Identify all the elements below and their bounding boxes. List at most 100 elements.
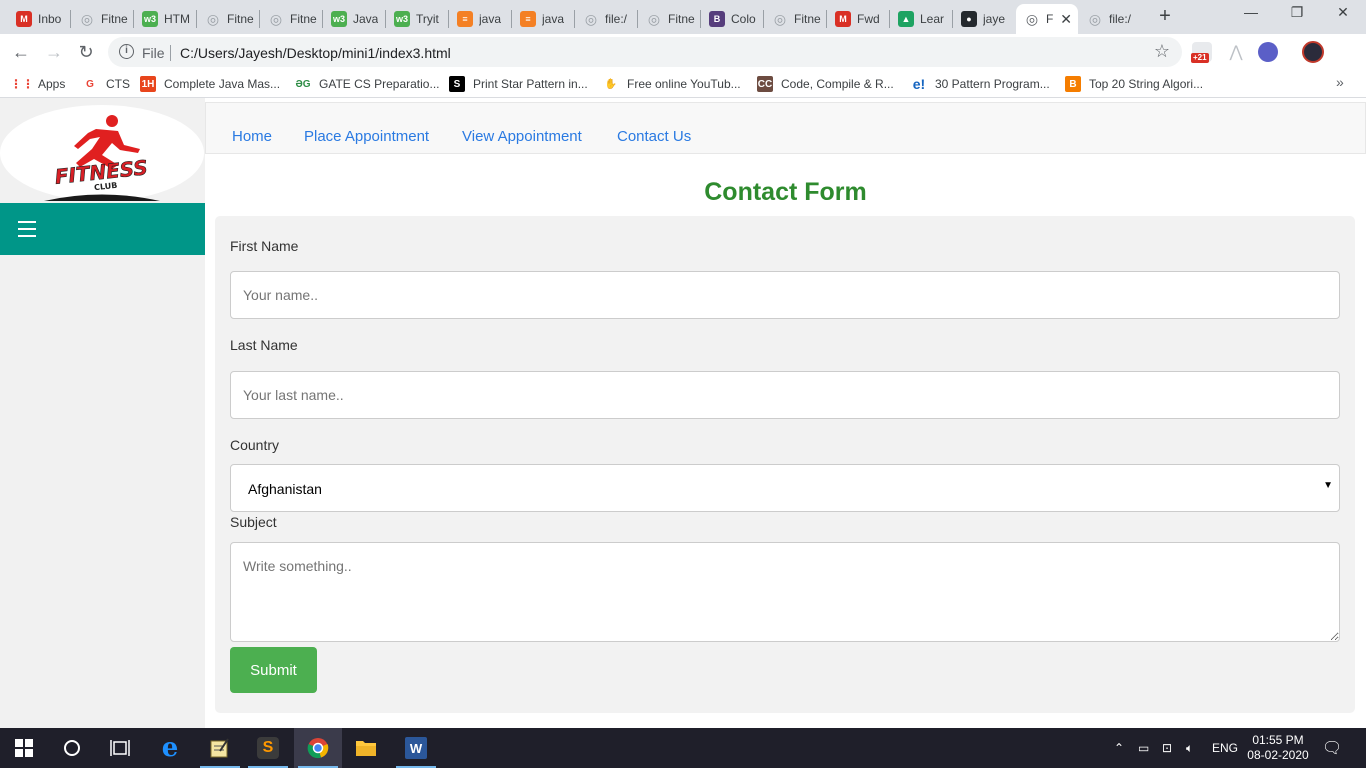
close-window-button[interactable]: ✕: [1320, 4, 1366, 28]
browser-tab[interactable]: ◎ Fitne: [197, 4, 260, 34]
nav-view-appointment-link[interactable]: View Appointment: [462, 128, 582, 145]
bookmark-star-icon[interactable]: ☆: [1154, 41, 1170, 62]
chrome-icon[interactable]: [294, 728, 342, 768]
restore-button[interactable]: ❐: [1274, 4, 1320, 28]
browser-tab[interactable]: ≡ java: [512, 4, 575, 34]
bookmark-label: GATE CS Preparatio...: [319, 77, 440, 91]
w3schools-icon: w3: [394, 11, 410, 27]
browser-tab[interactable]: ≡ java: [449, 4, 512, 34]
browser-tab[interactable]: ▲ Lear: [890, 4, 953, 34]
notepad-icon[interactable]: [196, 728, 244, 768]
bookmarks-overflow-icon[interactable]: »: [1336, 74, 1344, 90]
subject-label: Subject: [230, 514, 277, 530]
profile-avatar[interactable]: [1302, 41, 1324, 63]
nav-place-appointment-link[interactable]: Place Appointment: [304, 128, 429, 145]
browser-tab[interactable]: ◎ file:/: [1079, 4, 1142, 34]
system-clock[interactable]: 01:55 PM 08-02-2020: [1246, 733, 1310, 763]
bookmark-item[interactable]: ƏG GATE CS Preparatio...: [295, 75, 440, 93]
extension-check-icon[interactable]: [1258, 42, 1278, 62]
sublime-text-icon[interactable]: S: [244, 728, 292, 768]
first-name-label: First Name: [230, 238, 299, 254]
bookmark-item[interactable]: ⋮⋮ Apps: [10, 75, 66, 93]
address-bar[interactable]: i File C:/Users/Jayesh/Desktop/mini1/ind…: [108, 37, 1182, 67]
notifications-icon[interactable]: 🗨︎: [1322, 728, 1342, 768]
new-tab-button[interactable]: +: [1154, 6, 1176, 28]
browser-tab-label: F: [1046, 12, 1054, 26]
fitness-club-logo: FITNESS CLUB: [0, 105, 204, 201]
nav-contact-us-link[interactable]: Contact Us: [617, 128, 691, 145]
browser-tab[interactable]: M Fwd: [827, 4, 890, 34]
bookmark-label: Code, Compile & R...: [781, 77, 894, 91]
info-icon[interactable]: i: [119, 44, 134, 59]
show-hidden-icons-icon[interactable]: ⌃: [1114, 728, 1124, 768]
sidebar: FITNESS CLUB: [0, 98, 205, 728]
bookmark-item[interactable]: B Top 20 String Algori...: [1065, 75, 1203, 93]
web-page: FITNESS CLUB Home Place Appointment View…: [0, 98, 1366, 728]
volume-icon[interactable]: 🔈︎: [1186, 728, 1193, 768]
browser-tab[interactable]: w3 HTM: [134, 4, 197, 34]
browser-tab[interactable]: w3 Java: [323, 4, 386, 34]
browser-tab[interactable]: ◎ F ✕: [1016, 4, 1078, 34]
browser-tab[interactable]: ◎ Fitne: [71, 4, 134, 34]
browser-tab[interactable]: ◎ file:/: [575, 4, 638, 34]
globe-icon: ◎: [1088, 10, 1102, 27]
hamburger-menu-icon[interactable]: [18, 221, 36, 237]
windows-start-icon[interactable]: [0, 728, 48, 768]
last-name-input[interactable]: [230, 371, 1340, 419]
word-icon[interactable]: W: [392, 728, 440, 768]
browser-tab[interactable]: ◎ Fitne: [260, 4, 323, 34]
browser-tab-label: HTM: [164, 12, 190, 26]
apps-grid-icon: ⋮⋮: [10, 77, 34, 91]
s-icon: S: [449, 76, 465, 92]
minimize-button[interactable]: —: [1228, 4, 1274, 28]
bookmark-label: Print Star Pattern in...: [473, 77, 588, 91]
sidebar-menu-bar: [0, 203, 205, 255]
browser-tab-label: java: [479, 12, 502, 26]
globe-icon: ◎: [584, 10, 598, 27]
browser-tab-label: java: [542, 12, 565, 26]
forward-arrow-icon[interactable]: →: [42, 40, 66, 64]
bookmark-item[interactable]: S Print Star Pattern in...: [449, 75, 588, 93]
last-name-label: Last Name: [230, 337, 298, 353]
extension-arrow-icon[interactable]: ⋀: [1226, 42, 1246, 62]
country-select[interactable]: Afghanistan ▼: [230, 464, 1340, 512]
browser-tab[interactable]: B Colo: [701, 4, 764, 34]
url-text[interactable]: C:/Users/Jayesh/Desktop/mini1/index3.htm…: [180, 45, 451, 61]
blogger-icon: B: [1065, 76, 1081, 92]
task-view-icon[interactable]: [96, 728, 144, 768]
subject-textarea[interactable]: [230, 542, 1340, 642]
search-icon[interactable]: [48, 728, 96, 768]
battery-icon[interactable]: ▭: [1138, 728, 1149, 768]
browser-tab-strip: M Inbo ◎ Fitne w3 HTM ◎ Fitne ◎ Fitne w3 Java w3 Tryi…: [0, 0, 1366, 34]
first-name-input[interactable]: [230, 271, 1340, 319]
browser-tab-label: Fitne: [794, 12, 821, 26]
bookmark-item[interactable]: G CTS: [82, 75, 130, 93]
edge-browser-icon[interactable]: e: [146, 728, 194, 768]
browser-tab[interactable]: ◎ Fitne: [638, 4, 701, 34]
language-indicator[interactable]: ENG: [1212, 728, 1238, 768]
reload-icon[interactable]: ↻: [74, 40, 98, 64]
submit-button[interactable]: Submit: [230, 647, 317, 693]
browser-tab[interactable]: ◎ Fitne: [764, 4, 827, 34]
url-divider: [170, 45, 171, 61]
browser-tab[interactable]: w3 Tryit: [386, 4, 449, 34]
bookmark-label: Apps: [38, 77, 66, 91]
globe-icon: ◎: [1025, 10, 1039, 27]
nav-home-link[interactable]: Home: [232, 128, 272, 145]
bookmark-item[interactable]: CC Code, Compile & R...: [757, 75, 894, 93]
browser-tab[interactable]: ● jaye: [953, 4, 1016, 34]
back-arrow-icon[interactable]: ←: [9, 40, 33, 64]
bookmark-item[interactable]: e! 30 Pattern Program...: [911, 75, 1050, 93]
browser-tab[interactable]: M Inbo: [8, 4, 71, 34]
gmail-icon: M: [16, 11, 32, 27]
browser-tab-label: jaye: [983, 12, 1006, 26]
clock-time: 01:55 PM: [1252, 733, 1304, 747]
browser-tab-label: Java: [353, 12, 379, 26]
country-selected-value: Afghanistan: [248, 481, 322, 497]
bookmark-item[interactable]: ✋ Free online YouTub...: [603, 75, 741, 93]
bookmark-item[interactable]: 1H Complete Java Mas...: [140, 75, 280, 93]
close-tab-icon[interactable]: ✕: [1060, 11, 1072, 28]
bootstrap-icon: B: [709, 11, 725, 27]
network-icon[interactable]: ⊡: [1162, 728, 1172, 768]
file-explorer-icon[interactable]: [342, 728, 390, 768]
